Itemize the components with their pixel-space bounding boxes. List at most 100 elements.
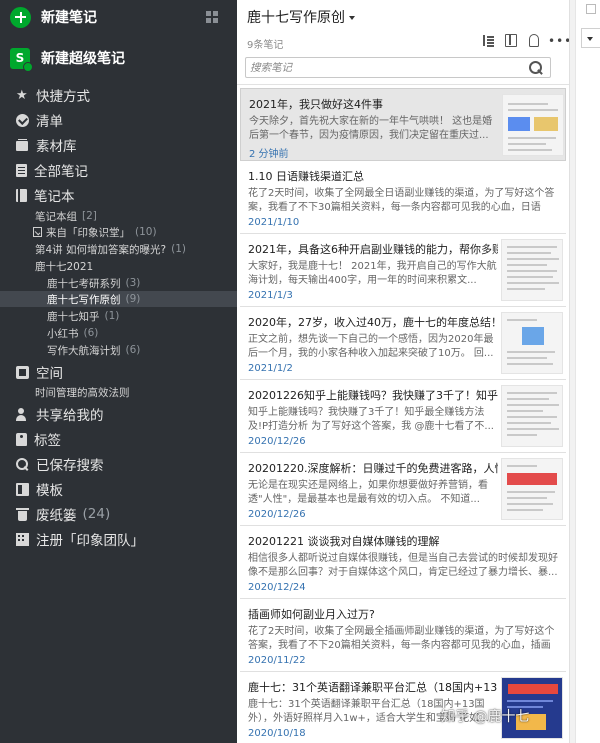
notebook-item[interactable]: 小红书 (6) xyxy=(0,325,237,341)
note-card[interactable]: 2021年，具备这6种开启副业赚钱的能力，帮你多赚1... 大家好，我是鹿十七！… xyxy=(240,234,566,307)
sidebar-item-checklist[interactable]: 清单 xyxy=(0,109,237,131)
note-card[interactable]: 20201221 谈谈我对自媒体赚钱的理解 相信很多人都听说过自媒体很赚钱，但是… xyxy=(240,526,566,599)
note-title: 2021年，具备这6种开启副业赚钱的能力，帮你多赚1... xyxy=(248,243,498,256)
sidebar-item-spaces[interactable]: 空间 xyxy=(0,361,237,383)
star-icon: ★ xyxy=(16,87,28,103)
note-title: 20201221 谈谈我对自媒体赚钱的理解 xyxy=(248,535,440,548)
note-card[interactable]: 20201220.深度解析：日赚过千的免费进客路，人性... 无论是在现实还是网… xyxy=(240,453,566,526)
notebook-item[interactable]: 第4讲 如何增加答案的曝光? (1) xyxy=(0,241,237,257)
new-super-note-label: 新建超级笔记 xyxy=(41,51,125,67)
search-icon[interactable] xyxy=(528,60,544,76)
clipper-icon[interactable] xyxy=(529,34,539,47)
note-snippet: 今天除夕，首先祝大家在新的一年牛气哄哄！ 这也是婚后第一个春节，因为疫情原因，我… xyxy=(249,116,493,141)
view-options-icon[interactable] xyxy=(505,34,517,47)
note-date: 2020/11/22 xyxy=(248,655,306,666)
space-item-label: 时间管理的高效法则 xyxy=(35,386,130,399)
note-date: 2020/12/26 xyxy=(248,509,306,520)
notebook-count: (9) xyxy=(125,293,141,305)
notebook-label: 鹿十七2021 xyxy=(35,260,94,273)
super-note-icon: S xyxy=(10,47,33,72)
sidebar-item-all-notes[interactable]: 全部笔记 xyxy=(0,159,237,181)
notebook-label: 第4讲 如何增加答案的曝光? xyxy=(35,243,167,256)
note-thumbnail xyxy=(501,458,563,520)
notebook-count: (6) xyxy=(125,344,141,356)
note-title: 2020年，27岁，收入过40万，鹿十七的年度总结！ xyxy=(248,316,498,329)
sidebar-item-trash[interactable]: 废纸篓 (24) xyxy=(0,503,237,525)
notebook-title: 鹿十七写作原创 xyxy=(247,10,345,26)
sidebar-item-label: 模板 xyxy=(36,483,63,499)
window-icon[interactable] xyxy=(586,4,596,14)
new-super-note-button[interactable]: S 新建超级笔记 xyxy=(10,47,125,72)
notebook-label: 来自「印象识堂」 xyxy=(46,226,130,239)
note-date: 2020/12/26 xyxy=(248,436,306,447)
notebook-item[interactable]: 写作大航海计划 (6) xyxy=(0,342,237,358)
notebook-item[interactable]: 鹿十七考研系列 (3) xyxy=(0,275,237,291)
sidebar-item-label: 已保存搜索 xyxy=(36,458,104,474)
notebook-icon xyxy=(16,188,27,202)
trash-icon xyxy=(16,507,29,521)
sidebar-item-saved-searches[interactable]: 已保存搜索 xyxy=(0,453,237,475)
search-input[interactable] xyxy=(250,59,520,76)
tag-icon xyxy=(16,432,27,446)
note-card[interactable]: 插画师如何副业月入过万? 花了2天时间，收集了全网最全插画师副业赚钱的渠道，为了… xyxy=(240,599,566,672)
note-card[interactable]: 2020年，27岁，收入过40万，鹿十七的年度总结！ 正文之前，想先谈一下自己的… xyxy=(240,307,566,380)
note-date: 2020/10/18 xyxy=(248,728,306,739)
sidebar-item-templates[interactable]: 模板 xyxy=(0,478,237,500)
note-title: 鹿十七：31个英语翻译兼职平台汇总（18国内+13国... xyxy=(248,681,498,694)
sidebar-item-register-team[interactable]: 注册「印象团队」 xyxy=(0,528,237,550)
sidebar-item-notebooks[interactable]: 笔记本 xyxy=(0,184,237,206)
notebook-stack-item[interactable]: 鹿十七2021 xyxy=(0,258,237,274)
dropdown-button[interactable] xyxy=(581,28,600,48)
space-item[interactable]: 时间管理的高效法则 xyxy=(0,384,237,400)
shared-notebook-icon xyxy=(33,227,42,237)
sidebar-item-label: 清单 xyxy=(36,114,63,130)
sort-icon[interactable] xyxy=(481,34,495,48)
note-card-selected[interactable]: 2021年，我只做好这4件事 今天除夕，首先祝大家在新的一年牛气哄哄！ 这也是婚… xyxy=(240,88,566,161)
search-icon xyxy=(16,457,29,471)
note-thumbnail xyxy=(501,312,563,374)
notebook-count: (1) xyxy=(171,243,186,255)
grid-view-icon[interactable] xyxy=(206,11,218,23)
notebook-label: 笔记本组 xyxy=(35,210,77,223)
new-note-label: 新建笔记 xyxy=(41,10,97,26)
note-card[interactable]: 1.10 日语赚钱渠道汇总 花了2天时间，收集了全网最全日语副业赚钱的渠道，为了… xyxy=(240,161,566,234)
check-circle-icon xyxy=(16,113,29,127)
notebook-item[interactable]: 鹿十七知乎 (1) xyxy=(0,308,237,324)
note-snippet: 花了2天时间，收集了全网最全日语副业赚钱的渠道，为了写好这个答案，我看了不下30… xyxy=(248,188,555,213)
notebook-item[interactable]: 来自「印象识堂」 (10) xyxy=(0,224,237,240)
more-options-icon[interactable]: ••• xyxy=(548,34,571,48)
notebook-count: (6) xyxy=(83,327,99,339)
notebook-item-selected[interactable]: 鹿十七写作原创 (9) xyxy=(0,291,237,307)
notebook-count: (3) xyxy=(125,277,141,289)
library-icon xyxy=(16,138,29,152)
notebook-label: 小红书 xyxy=(47,327,79,340)
notebook-label: 鹿十七知乎 xyxy=(47,310,100,323)
note-count: 9条笔记 xyxy=(247,40,284,51)
notebook-title-dropdown[interactable]: 鹿十七写作原创 xyxy=(247,7,355,27)
sidebar-item-shared[interactable]: 共享给我的 xyxy=(0,403,237,425)
note-snippet: 相信很多人都听说过自媒体很赚钱，但是当自己去尝试的时候却发现好像不是那么回事？对… xyxy=(248,553,558,578)
sidebar-item-tags[interactable]: 标签 xyxy=(0,428,237,450)
note-title: 1.10 日语赚钱渠道汇总 xyxy=(248,170,364,183)
note-snippet: 正文之前，想先谈一下自己的一个感悟，因为2020年最后一个月，我的小家各种收入加… xyxy=(248,334,494,359)
note-date: 2021/1/10 xyxy=(248,217,300,228)
new-note-button[interactable]: 新建笔记 xyxy=(10,6,97,28)
notebook-count: (10) xyxy=(135,226,157,238)
notebook-label: 鹿十七写作原创 xyxy=(47,293,121,306)
sidebar-item-library[interactable]: 素材库 xyxy=(0,134,237,156)
sidebar-item-label: 空间 xyxy=(36,366,63,382)
note-thumbnail xyxy=(501,239,563,301)
note-snippet: 无论是在现实还是网络上，如果你想要做好养营销，看透"人性"，是最基本也是最有效的… xyxy=(248,480,488,505)
note-snippet: 花了2天时间，收集了全网最全插画师副业赚钱的渠道，为了写好这个答案，我看了不下2… xyxy=(248,626,555,651)
sidebar-item-label: 笔记本 xyxy=(34,189,75,205)
note-title: 2021年，我只做好这4件事 xyxy=(249,98,383,111)
note-snippet: 知乎上能赚钱吗？我快赚了3千了！知乎最全赚钱方法及!P打造分析 为了写好这个答案… xyxy=(248,407,494,432)
notebook-stack-item[interactable]: 笔记本组 [2] xyxy=(0,208,237,224)
note-thumbnail xyxy=(501,385,563,447)
sidebar-item-shortcuts[interactable]: ★ 快捷方式 xyxy=(0,84,237,106)
sidebar-item-label: 全部笔记 xyxy=(34,164,88,180)
space-icon xyxy=(16,365,29,379)
editor-panel-edge xyxy=(575,0,600,743)
sidebar-item-label: 快捷方式 xyxy=(36,89,90,105)
note-card[interactable]: 20201226知乎上能赚钱吗？我快赚了3千了！知乎最... 知乎上能赚钱吗？我… xyxy=(240,380,566,453)
